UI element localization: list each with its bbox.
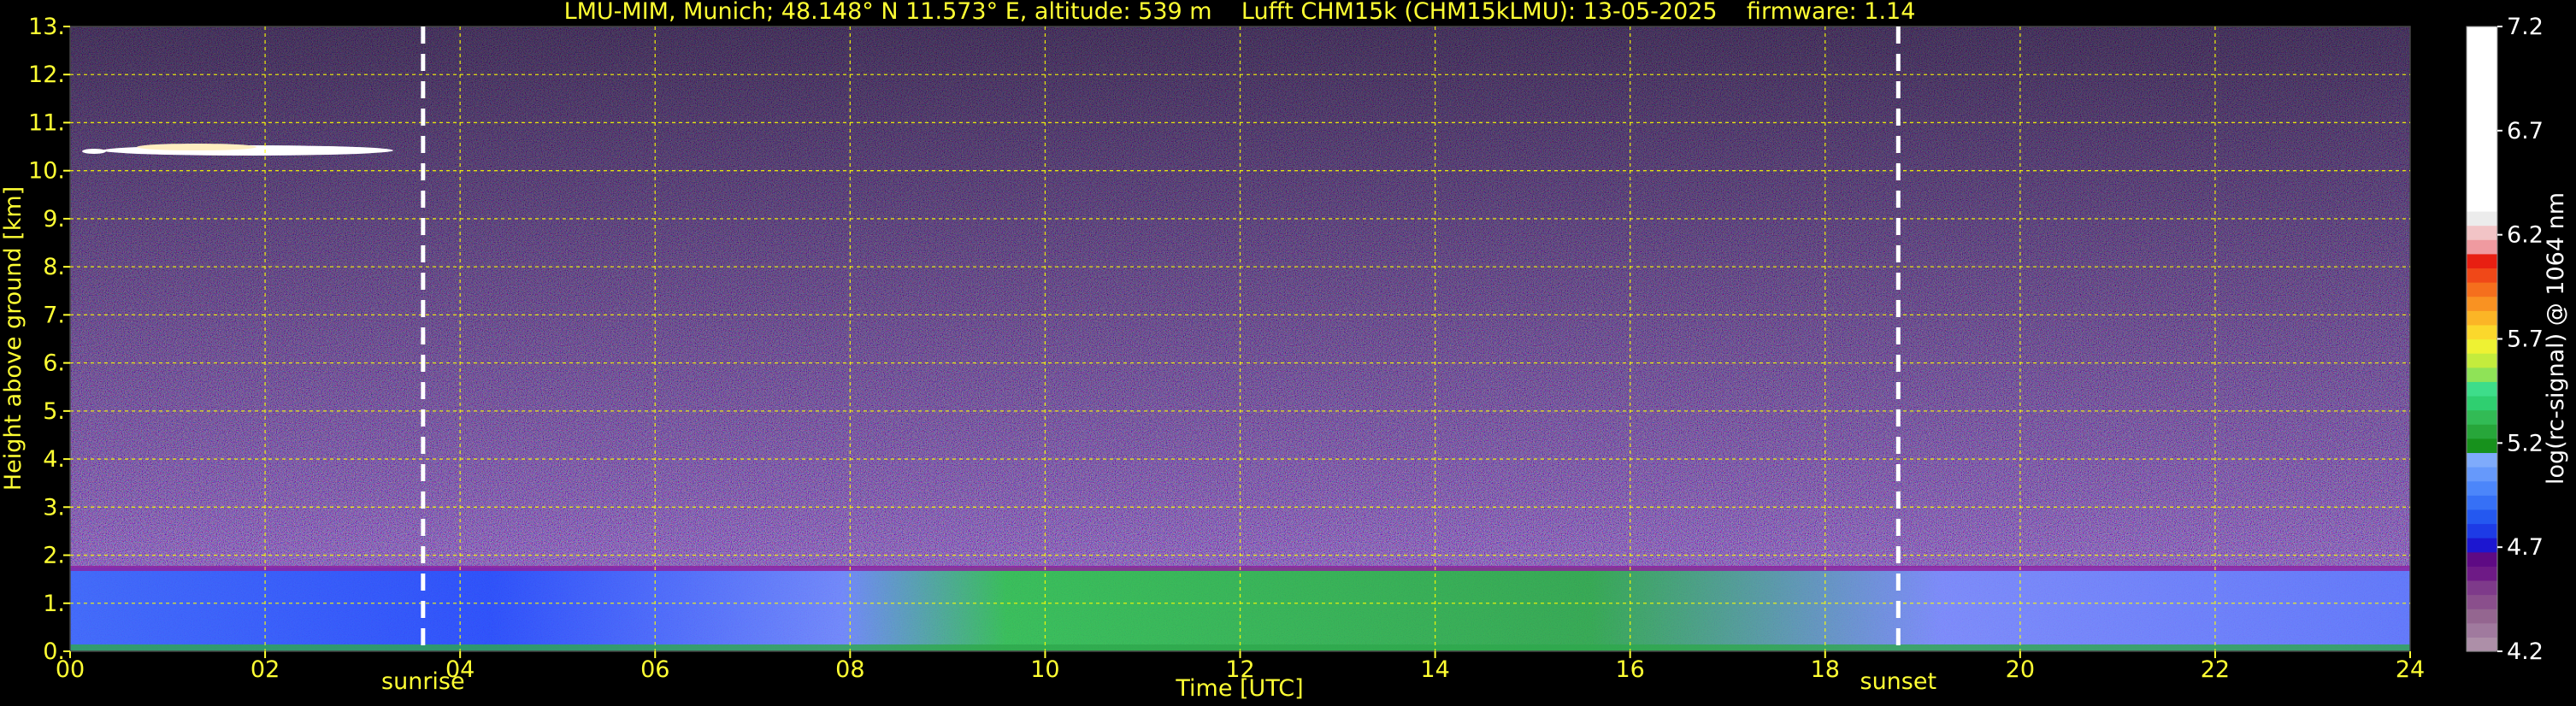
colorbar-segment [2467,395,2497,411]
colorbar-segment [2467,40,2497,56]
y-axis-label: Height above ground [km] [0,186,27,491]
y-tick-label: 3. [43,494,65,521]
colorbar-segment [2467,296,2497,311]
colorbar-segment [2467,168,2497,184]
colorbar-segment [2467,452,2497,468]
colorbar-tick-label: 4.7 [2507,534,2544,561]
x-tick-label: 10 [1030,656,1059,683]
colorbar-segment [2467,338,2497,354]
colorbar-label: log(rc-signal) @ 1064 nm [2543,192,2569,485]
colorbar-segment [2467,637,2497,652]
y-tick-label: 1. [43,591,65,617]
y-tick-label: 2. [43,543,65,569]
colorbar-segment [2467,467,2497,482]
colorbar-tick-label: 5.7 [2507,327,2544,353]
colorbar-segment [2467,609,2497,624]
colorbar-segment [2467,225,2497,240]
colorbar-segment [2467,480,2497,496]
colorbar-segment [2467,580,2497,596]
chart-title: LMU-MIM, Munich; 48.148° N 11.573° E, al… [564,0,1916,25]
colorbar-segment [2467,182,2497,197]
colorbar-segment [2467,239,2497,255]
colorbar-segment [2467,26,2497,42]
colorbar-segment [2467,310,2497,326]
colorbar-segment [2467,282,2497,297]
y-tick-label: 5. [43,398,65,425]
y-tick-label: 13. [28,14,65,40]
x-tick-label: 18 [1811,656,1840,683]
colorbar-segment [2467,154,2497,169]
y-tick-label: 10. [28,158,65,185]
colorbar-segment [2467,495,2497,510]
colorbar-segment [2467,381,2497,397]
colorbar-tick-label: 6.7 [2507,118,2544,144]
x-tick-label: 14 [1420,656,1449,683]
colorbar-segment [2467,55,2497,70]
colorbar-segment [2467,324,2497,340]
y-tick-label: 9. [43,206,65,232]
colorbar-segment [2467,551,2497,567]
y-tick-label: 11. [28,109,65,136]
y-tick-label: 6. [43,350,65,377]
colorbar-segment [2467,253,2497,269]
colorbar-segment [2467,509,2497,525]
colorbar-segment [2467,438,2497,454]
colorbar-segment [2467,367,2497,382]
y-tick-label: 0. [43,638,65,665]
colorbar: 4.2 4.7 5.2 5.7 6.2 6.7 7.2 [2466,14,2544,665]
colorbar-tick-label: 6.2 [2507,222,2544,249]
colorbar-segment [2467,197,2497,212]
x-tick-label: 22 [2201,656,2230,683]
colorbar-segment [2467,538,2497,553]
colorbar-segment [2467,353,2497,368]
x-tick-label: 08 [835,656,864,683]
y-tick-label: 8. [43,254,65,280]
x-axis-label: Time [UTC] [1175,675,1303,702]
y-tick-label: 4. [43,446,65,473]
colorbar-segment [2467,409,2497,425]
event-label-sunset: sunset [1860,668,1937,695]
colorbar-tick-label: 4.2 [2507,638,2544,665]
colorbar-segment [2467,68,2497,85]
x-tick-label: 20 [2006,656,2035,683]
y-axis: 0. 1. 2. 3. 4. 5. 6. 7. 8. 9. 10. 11. 12. 13. [28,14,70,665]
x-tick-label: 16 [1615,656,1644,683]
colorbar-segment [2467,126,2497,141]
x-tick-label: 24 [2396,656,2425,683]
colorbar-segment [2467,111,2497,126]
x-tick-label: 06 [640,656,669,683]
y-tick-label: 7. [43,302,65,328]
event-label-sunrise: sunrise [381,668,465,695]
colorbar-segment [2467,139,2497,156]
colorbar-segment [2467,210,2497,227]
colorbar-segment [2467,97,2497,113]
y-tick-label: 12. [28,62,65,88]
colorbar-segment [2467,622,2497,638]
colorbar-segment [2467,594,2497,609]
colorbar-tick-label: 5.2 [2507,430,2544,456]
colorbar-segment [2467,424,2497,439]
colorbar-segment [2467,83,2497,98]
colorbar-segment [2467,268,2497,283]
x-tick-label: 02 [251,656,280,683]
lidar-figure: 00 02 04 06 08 10 12 14 16 18 20 22 24 0.1.2.3.4.5.6… [0,0,2569,702]
colorbar-segment [2467,523,2497,538]
colorbar-tick-label: 7.2 [2507,14,2544,40]
colorbar-segment [2467,566,2497,581]
